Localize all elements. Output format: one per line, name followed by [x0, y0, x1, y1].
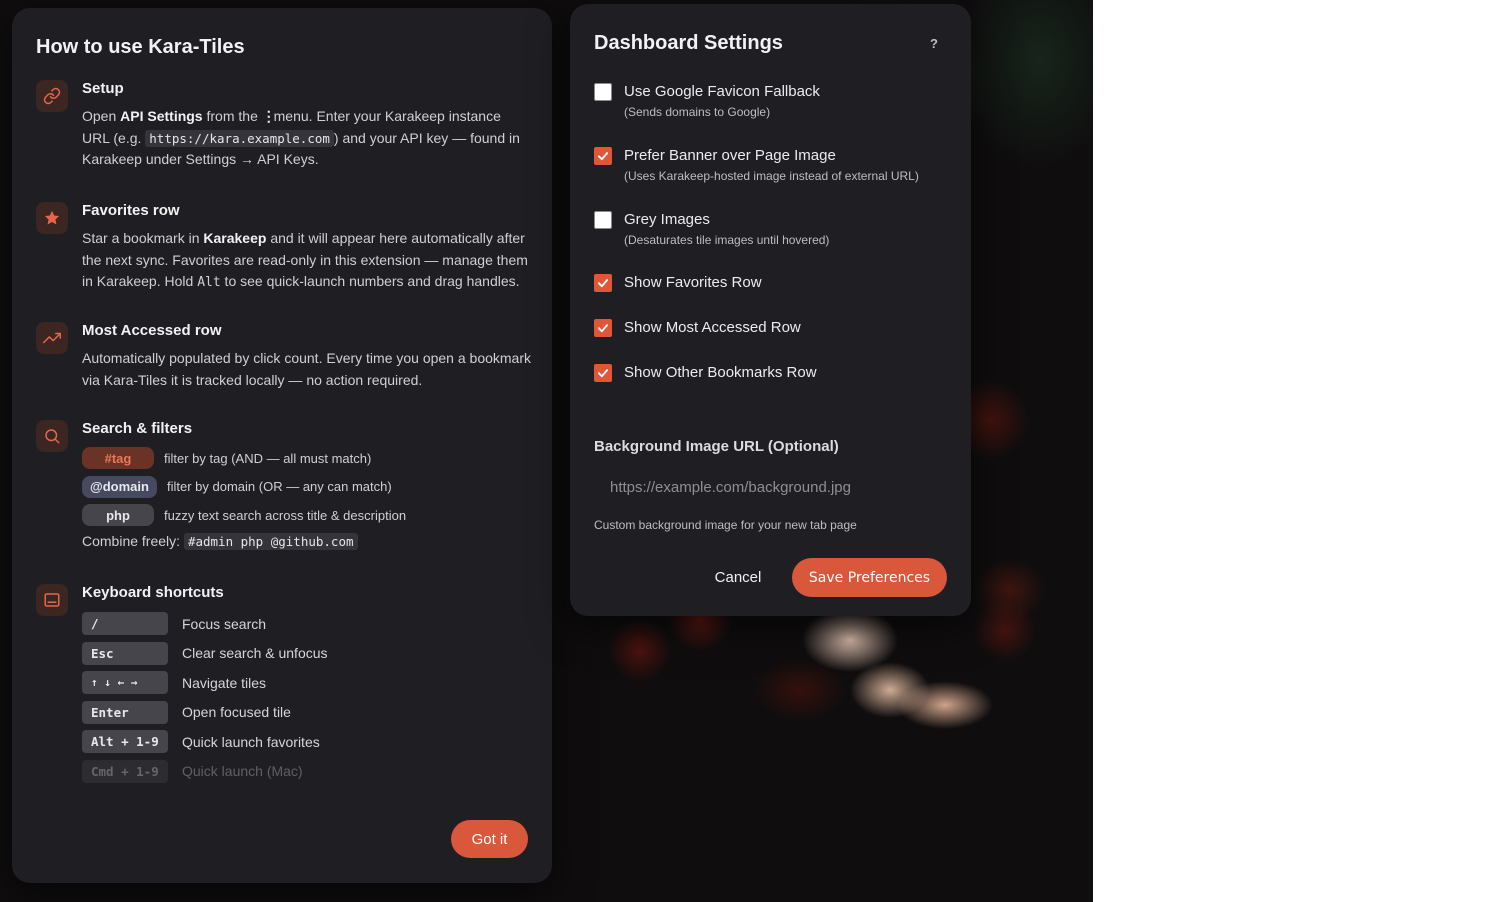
- domain-filter-desc: filter by domain (OR — any can match): [167, 479, 392, 494]
- option-label: Prefer Banner over Page Image: [624, 147, 836, 164]
- settings-dialog: Dashboard Settings ? Use Google Favicon …: [570, 4, 971, 616]
- setup-text: Open API Settings from the ⋮ menu. Enter…: [82, 108, 520, 167]
- checkbox-checked[interactable]: [594, 274, 612, 292]
- combine-example-code: #admin php @github.com: [183, 532, 358, 550]
- trending-up-icon: [36, 322, 68, 354]
- settings-title: Dashboard Settings: [594, 32, 783, 54]
- most-accessed-title: Most Accessed row: [82, 322, 222, 339]
- background-url-hint: Custom background image for your new tab…: [594, 518, 857, 532]
- key-cap: /: [82, 612, 168, 635]
- key-cap: Cmd + 1-9: [82, 759, 168, 783]
- shortcut-row: / Focus search: [82, 612, 532, 635]
- keyboard-title: Keyboard shortcuts: [82, 584, 224, 601]
- most-accessed-text: Automatically populated by click count. …: [82, 350, 532, 388]
- option-label: Show Most Accessed Row: [624, 319, 801, 336]
- favorites-text: Star a bookmark in Karakeep and it will …: [82, 230, 528, 290]
- background-url-label: Background Image URL (Optional): [594, 438, 839, 455]
- most-accessed-section: Most Accessed row Automatically populate…: [36, 322, 536, 402]
- star-icon: [36, 202, 68, 234]
- alt-key-inline: Alt: [197, 275, 221, 290]
- text-pill: php: [82, 504, 154, 526]
- example-url-code: https://kara.example.com: [145, 129, 334, 147]
- checkbox-checked[interactable]: [594, 364, 612, 382]
- setup-section: Setup Open API Settings from the ⋮ menu.…: [36, 80, 536, 180]
- key-cap: Alt + 1-9: [82, 730, 168, 753]
- option-label: Show Favorites Row: [624, 274, 762, 291]
- favorites-title: Favorites row: [82, 202, 180, 219]
- check-icon: [597, 324, 609, 333]
- help-title: How to use Kara-Tiles: [36, 36, 245, 58]
- shortcut-desc: Quick launch favorites: [182, 733, 320, 750]
- favorites-section: Favorites row Star a bookmark in Karakee…: [36, 202, 536, 302]
- option-label: Show Other Bookmarks Row: [624, 364, 817, 381]
- key-cap: ↑ ↓ ← →: [82, 671, 168, 694]
- search-section: Search & filters #tag filter by tag (AND…: [36, 420, 536, 560]
- more-vertical-icon: ⋮: [261, 108, 276, 124]
- filter-row-domain: @domain filter by domain (OR — any can m…: [82, 475, 532, 498]
- cancel-button[interactable]: Cancel: [700, 558, 776, 596]
- checkbox[interactable]: [594, 83, 612, 101]
- shortcut-row: Enter Open focused tile: [82, 700, 532, 724]
- background-url-input[interactable]: [594, 471, 946, 503]
- help-panel: How to use Kara-Tiles Setup Open API Set…: [12, 8, 552, 883]
- shortcut-desc: Navigate tiles: [182, 674, 267, 691]
- key-cap: Esc: [82, 641, 168, 665]
- shortcut-row: ↑ ↓ ← → Navigate tiles: [82, 671, 532, 694]
- api-settings-label: API Settings: [120, 108, 203, 124]
- shortcut-row: Alt + 1-9 Quick launch favorites: [82, 730, 532, 753]
- shortcut-desc: Focus search: [182, 615, 267, 632]
- option-sub: (Desaturates tile images until hovered): [624, 233, 830, 247]
- option-label: Use Google Favicon Fallback: [624, 83, 820, 100]
- search-title: Search & filters: [82, 420, 193, 437]
- shortcut-row: Esc Clear search & unfocus: [82, 641, 532, 665]
- save-preferences-button[interactable]: Save Preferences: [792, 558, 947, 597]
- option-label: Grey Images: [624, 211, 710, 228]
- check-icon: [597, 369, 609, 378]
- combine-line: Combine freely: #admin php @github.com: [82, 532, 532, 550]
- option-sub: (Uses Karakeep-hosted image instead of e…: [624, 169, 919, 183]
- link-icon: [36, 80, 68, 112]
- filter-row-text: php fuzzy text search across title & des…: [82, 504, 532, 526]
- option-sub: (Sends domains to Google): [624, 105, 771, 119]
- shortcut-desc: Clear search & unfocus: [182, 645, 328, 661]
- shortcut-desc: Quick launch (Mac): [182, 763, 303, 779]
- checkbox[interactable]: [594, 211, 612, 229]
- check-icon: [597, 279, 609, 288]
- tag-pill: #tag: [82, 447, 154, 469]
- search-icon: [36, 420, 68, 452]
- combine-label: Combine freely:: [82, 532, 181, 549]
- keyboard-icon: [36, 584, 68, 616]
- shortcut-desc: Open focused tile: [182, 704, 291, 720]
- key-cap: Enter: [82, 700, 168, 724]
- checkbox-checked[interactable]: [594, 147, 612, 165]
- karakeep-label: Karakeep: [203, 230, 267, 246]
- check-icon: [597, 152, 609, 161]
- text-filter-desc: fuzzy text search across title & descrip…: [164, 507, 407, 523]
- shortcut-row: Cmd + 1-9 Quick launch (Mac): [82, 759, 532, 783]
- keyboard-section: Keyboard shortcuts / Focus search Esc Cl…: [36, 584, 536, 794]
- filter-row-tag: #tag filter by tag (AND — all must match…: [82, 447, 532, 469]
- tag-filter-desc: filter by tag (AND — all must match): [164, 450, 372, 466]
- help-button[interactable]: ?: [928, 36, 940, 51]
- checkbox-checked[interactable]: [594, 319, 612, 337]
- got-it-button[interactable]: Got it: [451, 820, 528, 858]
- setup-title: Setup: [82, 80, 124, 97]
- domain-pill: @domain: [82, 475, 157, 498]
